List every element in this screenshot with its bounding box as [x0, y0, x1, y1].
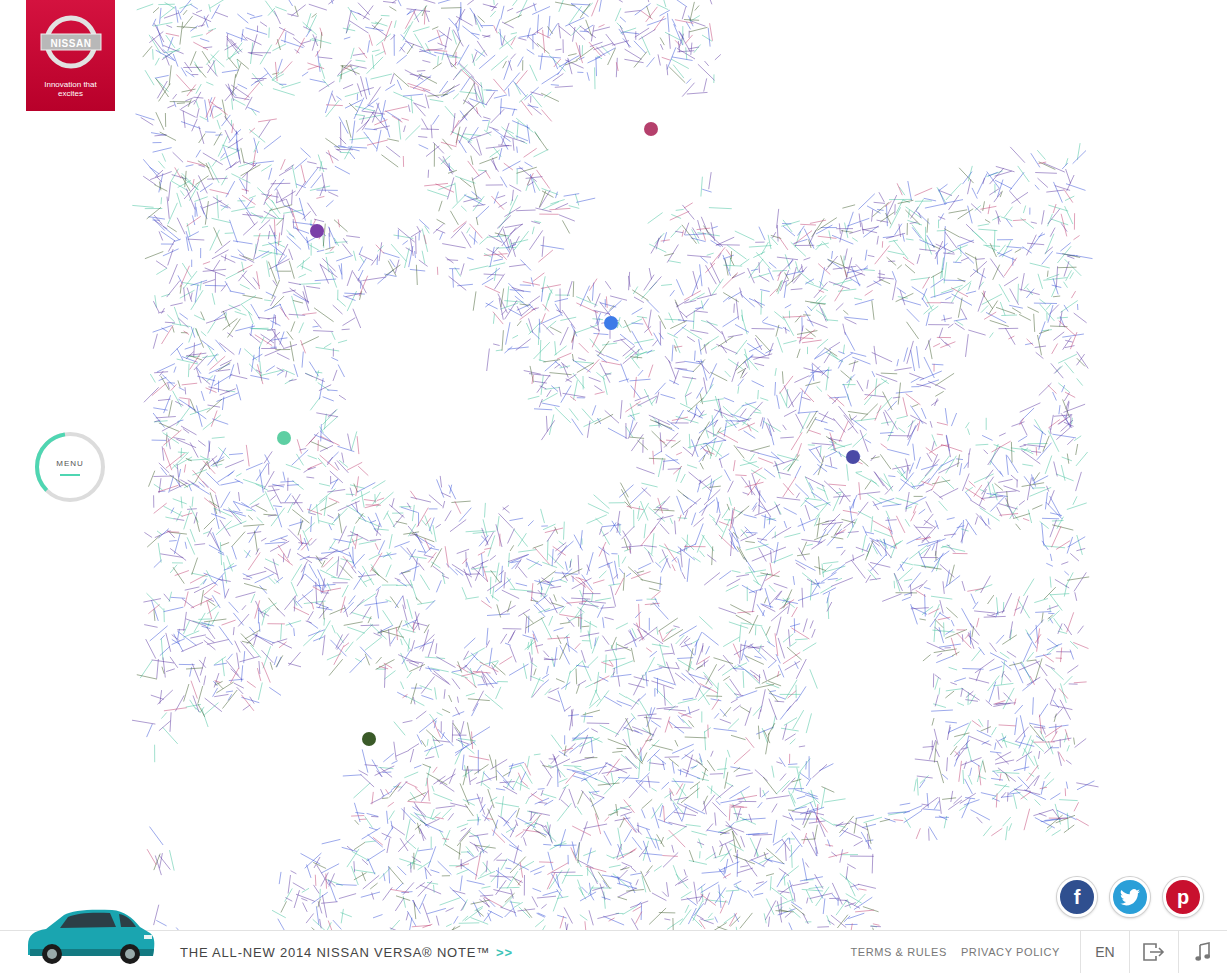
exit-icon [1143, 943, 1165, 961]
map-pin[interactable] [277, 431, 291, 445]
twitter-bird-icon [1120, 889, 1140, 906]
logo-tagline: Innovation that excites [36, 80, 106, 98]
pinterest-button[interactable]: p [1163, 877, 1203, 917]
map-pin[interactable] [644, 122, 658, 136]
network-lines [132, 0, 1087, 930]
pinterest-glyph: p [1177, 887, 1189, 907]
network-lines [137, 2, 1089, 930]
promo-arrow: >> [496, 945, 513, 960]
car-icon[interactable] [20, 905, 160, 967]
footer-link[interactable]: PRIVACY POLICY [961, 946, 1060, 958]
map-pin[interactable] [310, 224, 324, 238]
nissan-logo[interactable]: NISSAN Innovation that excites [26, 0, 115, 111]
menu-label: MENU [56, 459, 84, 468]
footer-links: TERMS & RULES PRIVACY POLICY [850, 931, 1080, 973]
social-buttons: fp [1057, 877, 1203, 917]
menu-button[interactable]: MENU [33, 430, 107, 504]
network-lines [136, 0, 1095, 930]
network-lines [132, 0, 1099, 930]
footer-link[interactable]: TERMS & RULES [850, 946, 946, 958]
map-pin[interactable] [604, 316, 618, 330]
logo-brand: NISSAN [50, 38, 91, 49]
twitter-button[interactable] [1110, 877, 1150, 917]
music-note-icon [1195, 942, 1211, 962]
network-art [0, 0, 1227, 930]
network-lines [147, 0, 1089, 930]
facebook-button[interactable]: f [1057, 877, 1097, 917]
network-canvas[interactable]: NISSANInnovation that excitesMENUfp [0, 0, 1227, 930]
exit-button[interactable] [1129, 931, 1178, 973]
promo-text: THE ALL-NEW 2014 NISSAN VERSA® NOTE™ [180, 945, 490, 960]
footer-bar: THE ALL-NEW 2014 NISSAN VERSA® NOTE™ >> TE… [0, 930, 1227, 973]
map-pin[interactable] [846, 450, 860, 464]
language-button[interactable]: EN [1080, 931, 1129, 973]
promo-link[interactable]: THE ALL-NEW 2014 NISSAN VERSA® NOTE™ >> [180, 931, 850, 973]
car-slot [0, 931, 180, 973]
menu-dash [60, 474, 80, 476]
menu-progress-arc [33, 430, 107, 504]
music-button[interactable] [1178, 931, 1227, 973]
map-pin[interactable] [362, 732, 376, 746]
page: NISSANInnovation that excitesMENUfpTHE A… [0, 0, 1227, 973]
nissan-emblem-icon: NISSAN [39, 10, 103, 74]
facebook-glyph: f [1074, 887, 1081, 907]
